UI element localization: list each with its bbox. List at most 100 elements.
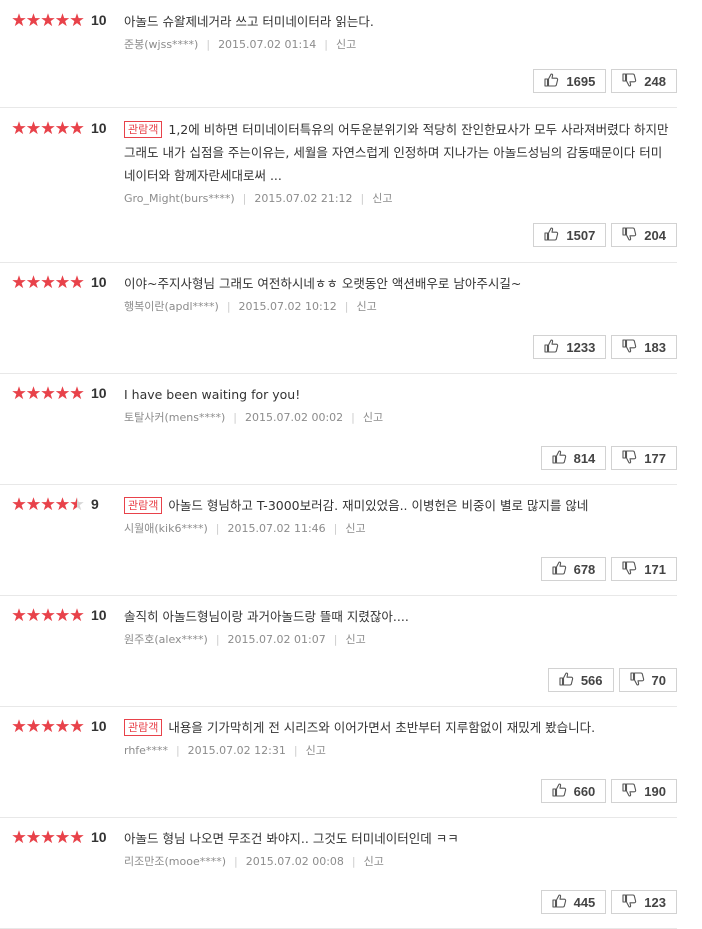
review-author[interactable]: 시월애(kik6****) — [124, 522, 208, 535]
thumbs-down-icon — [621, 893, 644, 912]
star-icon — [12, 608, 26, 622]
thumbs-up-icon — [551, 782, 574, 801]
review-score: 10 — [91, 120, 107, 136]
star-icon — [41, 830, 55, 844]
like-button[interactable]: 566 — [547, 668, 614, 692]
like-count: 566 — [580, 672, 603, 688]
review-body: 아놀드 형님 나오면 무조건 봐야지.. 그것도 터미네이터인데 ㅋㅋ 리조만조… — [124, 827, 669, 869]
vote-buttons: 814 177 — [536, 446, 677, 470]
star-icon — [26, 497, 41, 511]
dislike-button[interactable]: 183 — [611, 335, 677, 359]
review-author[interactable]: 토탈사커(mens****) — [124, 411, 225, 424]
like-button[interactable]: 814 — [540, 446, 607, 470]
like-button[interactable]: 1695 — [533, 69, 607, 93]
star-icon — [70, 608, 84, 622]
star-icon — [12, 275, 26, 289]
review-text-content: 이야~주지사형님 그래도 여전하시네ㅎㅎ 오랫동안 액션배우로 남아주시길~ — [124, 276, 522, 291]
thumbs-up-icon — [551, 449, 574, 468]
dislike-button[interactable]: 70 — [618, 668, 677, 692]
report-link[interactable]: 신고 — [336, 38, 356, 51]
dislike-count: 204 — [644, 227, 666, 243]
review-score: 10 — [91, 718, 107, 734]
meta-divider: | — [206, 38, 211, 51]
like-count: 678 — [573, 561, 596, 577]
report-link[interactable]: 신고 — [345, 633, 365, 646]
thumbs-up-icon — [543, 338, 566, 357]
report-link[interactable]: 신고 — [363, 411, 383, 424]
meta-divider: | — [333, 633, 338, 646]
star-icon — [12, 719, 26, 733]
star-icon — [12, 121, 26, 135]
star-icon — [70, 830, 84, 844]
review-text: 솔직히 아놀드형님이랑 과거아놀드랑 뜰때 지렸잖아.... — [124, 605, 669, 628]
like-button[interactable]: 445 — [540, 890, 607, 914]
report-link[interactable]: 신고 — [345, 522, 365, 535]
dislike-button[interactable]: 248 — [611, 69, 677, 93]
star-icon — [70, 497, 84, 511]
review-score: 10 — [91, 274, 107, 290]
star-icon — [55, 719, 70, 733]
dislike-button[interactable]: 204 — [611, 223, 677, 247]
review-meta: rhfe**** | 2015.07.02 12:31 | 신고 — [124, 744, 669, 758]
review-author[interactable]: Gro_Might(burs****) — [124, 192, 235, 205]
star-icon — [55, 497, 70, 511]
review-body: 아놀드 슈왈제네거라 쓰고 터미네이터라 읽는다. 준봉(wjss****) | 2… — [124, 10, 669, 52]
vote-buttons: 660 190 — [536, 779, 677, 803]
star-icon — [55, 608, 70, 622]
review-author[interactable]: rhfe**** — [124, 744, 168, 757]
star-icon — [26, 121, 41, 135]
dislike-button[interactable]: 123 — [611, 890, 677, 914]
meta-divider: | — [360, 192, 365, 205]
report-link[interactable]: 신고 — [364, 855, 384, 868]
thumbs-up-icon — [543, 226, 566, 245]
star-rating — [12, 385, 85, 401]
review-author[interactable]: 준봉(wjss****) — [124, 38, 198, 51]
like-button[interactable]: 660 — [540, 779, 607, 803]
meta-divider: | — [351, 411, 355, 424]
star-rating — [12, 12, 85, 28]
star-icon — [26, 608, 41, 622]
review-author[interactable]: 리조만조(mooe****) — [124, 855, 226, 868]
star-icon — [41, 497, 55, 511]
like-button[interactable]: 678 — [540, 557, 607, 581]
report-link[interactable]: 신고 — [356, 300, 376, 313]
star-icon — [41, 121, 55, 135]
star-rating — [12, 496, 85, 512]
review-author[interactable]: 원주호(alex****) — [124, 633, 208, 646]
review-meta: 원주호(alex****) | 2015.07.02 01:07 | 신고 — [124, 633, 669, 647]
star-icon — [55, 386, 70, 400]
star-icon — [12, 830, 26, 844]
dislike-count: 123 — [644, 894, 666, 910]
review-score: 10 — [91, 12, 107, 28]
meta-divider: | — [351, 855, 356, 868]
star-icon — [26, 386, 41, 400]
review-body: 이야~주지사형님 그래도 여전하시네ㅎㅎ 오랫동안 액션배우로 남아주시길~ 행… — [124, 272, 669, 314]
dislike-button[interactable]: 171 — [611, 557, 677, 581]
like-button[interactable]: 1507 — [533, 223, 607, 247]
thumbs-down-icon — [621, 338, 644, 357]
dislike-button[interactable]: 177 — [611, 446, 677, 470]
meta-divider: | — [215, 522, 220, 535]
star-rating — [12, 829, 85, 845]
vote-buttons: 678 171 — [536, 557, 677, 581]
dislike-button[interactable]: 190 — [611, 779, 677, 803]
review-text: 아놀드 슈왈제네거라 쓰고 터미네이터라 읽는다. — [124, 10, 669, 33]
like-button[interactable]: 1233 — [533, 335, 607, 359]
review-author[interactable]: 행복이란(apdl****) — [124, 300, 219, 313]
review-body: 관람객 1,2에 비하면 터미네이터특유의 어두운분위기와 적당히 잔인한묘사가 … — [124, 118, 669, 206]
thumbs-down-icon — [629, 671, 652, 690]
report-link[interactable]: 신고 — [372, 192, 392, 205]
meta-divider: | — [293, 744, 298, 757]
review-text-content: I have been waiting for you! — [124, 387, 301, 402]
star-icon — [70, 13, 84, 27]
star-icon — [70, 719, 84, 733]
star-icon — [26, 275, 41, 289]
review-date: 2015.07.02 00:02 — [244, 411, 344, 424]
viewer-badge: 관람객 — [124, 719, 163, 736]
star-icon — [55, 121, 70, 135]
like-count: 445 — [573, 894, 596, 910]
report-link[interactable]: 신고 — [306, 744, 326, 757]
review-text: 관람객 아놀드 형님하고 T-3000보러감. 재미있었음.. 이병헌은 비중이 … — [124, 494, 669, 517]
meta-divider: | — [175, 744, 180, 757]
star-rating — [12, 120, 85, 136]
